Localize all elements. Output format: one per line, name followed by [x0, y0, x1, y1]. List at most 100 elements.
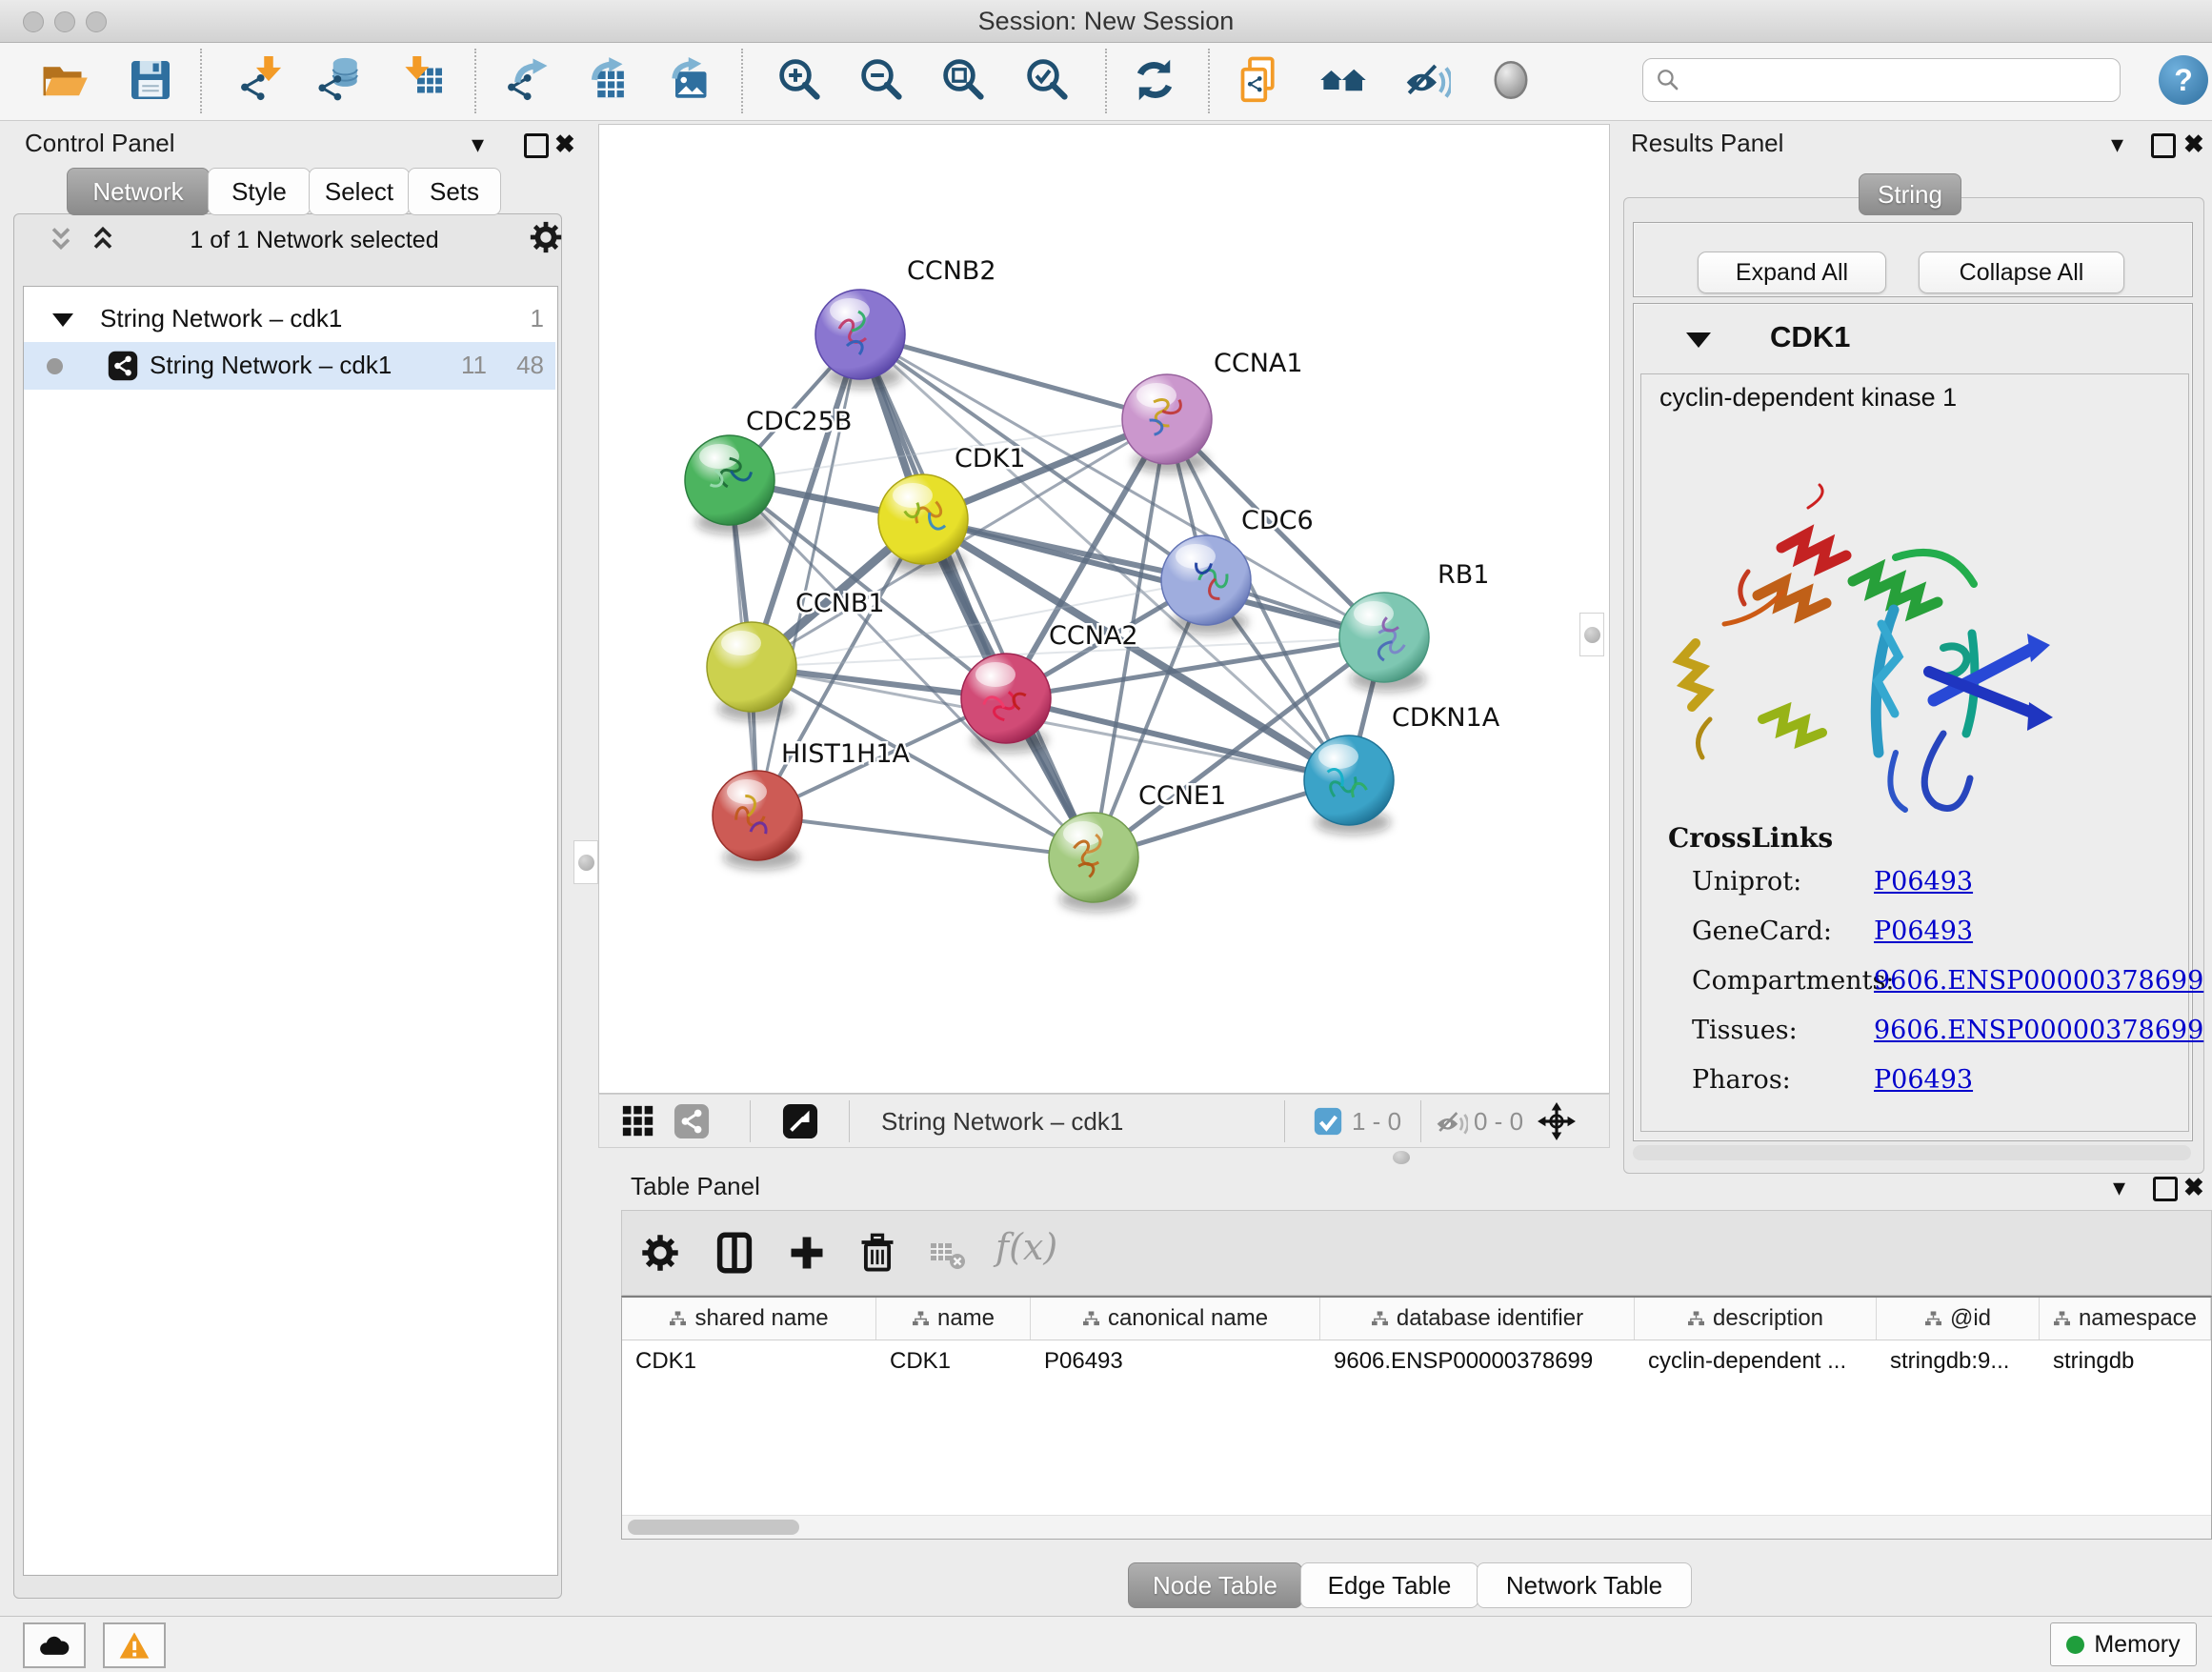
refresh-layout-icon[interactable] — [1128, 53, 1181, 107]
results-panel-undock-icon[interactable] — [2151, 133, 2176, 158]
selected-checkbox-icon[interactable] — [1314, 1107, 1342, 1136]
hide-selected-icon[interactable] — [1400, 53, 1454, 107]
table-cell[interactable]: cyclin-dependent ... — [1635, 1340, 1877, 1382]
node-label: CDC6 — [1241, 506, 1314, 535]
results-scrollbar-track[interactable] — [1633, 1145, 2191, 1160]
table-cell[interactable]: CDK1 — [876, 1340, 1031, 1382]
snapshot-icon[interactable] — [1233, 53, 1286, 107]
network-graph[interactable]: CCNB2 CCNA1 CDC25B CDK1 CDC6 — [598, 124, 1610, 1094]
tab-select[interactable]: Select — [309, 168, 410, 215]
column-header-namespace[interactable]: namespace — [2040, 1298, 2211, 1340]
toolbar-separator — [200, 49, 202, 113]
delete-column-trash-icon[interactable] — [856, 1232, 898, 1274]
zoom-selected-icon[interactable] — [1021, 53, 1075, 107]
help-icon[interactable]: ? — [2159, 55, 2208, 105]
tab-network-table[interactable]: Network Table — [1477, 1562, 1692, 1608]
search-icon — [1656, 68, 1680, 92]
horizontal-splitter-handle[interactable] — [1393, 1151, 1410, 1164]
network-tree-root-row[interactable]: String Network – cdk1 1 — [24, 298, 555, 340]
zoom-fit-icon[interactable] — [937, 53, 991, 107]
export-table-icon[interactable] — [581, 53, 634, 107]
table-panel-close-icon[interactable]: ✖ — [2183, 1175, 2204, 1199]
table-panel-undock-icon[interactable] — [2153, 1177, 2178, 1201]
table-cell[interactable]: CDK1 — [622, 1340, 876, 1382]
table-cell[interactable]: stringdb — [2040, 1340, 2211, 1382]
column-header-database-identifier[interactable]: database identifier — [1320, 1298, 1635, 1340]
zoom-out-icon[interactable] — [855, 53, 909, 107]
network-node-RB1[interactable]: RB1 — [1339, 560, 1489, 692]
import-network-database-icon[interactable] — [312, 53, 366, 107]
zoom-in-icon[interactable] — [774, 53, 827, 107]
column-header-@id[interactable]: @id — [1877, 1298, 2040, 1340]
table-cell[interactable]: stringdb:9... — [1877, 1340, 2040, 1382]
table-hscrollbar-track[interactable] — [622, 1515, 2211, 1539]
grid-view-icon[interactable] — [620, 1103, 656, 1139]
expand-all-chevron-icon[interactable] — [88, 223, 118, 253]
fit-selected-crosshair-icon[interactable] — [1537, 1101, 1577, 1141]
crosslink-value-link[interactable]: P06493 — [1874, 917, 1973, 946]
column-header-canonical-name[interactable]: canonical name — [1031, 1298, 1320, 1340]
entry-name: CDK1 — [1770, 320, 1850, 354]
crosslink-label: Uniprot: — [1692, 867, 1801, 896]
toolbar-divider — [849, 1100, 850, 1142]
tab-sets[interactable]: Sets — [408, 168, 501, 215]
search-input[interactable] — [1642, 58, 2121, 102]
network-node-CCNE1[interactable]: CCNE1 — [1049, 781, 1226, 912]
control-panel-float-icon[interactable]: ▾ — [472, 131, 484, 156]
table-row[interactable]: CDK1CDK1P064939606.ENSP00000378699cyclin… — [622, 1340, 2211, 1382]
birds-eye-view-icon[interactable] — [782, 1103, 818, 1139]
table-options-gear-icon[interactable] — [639, 1232, 681, 1274]
hidden-eye-slash-icon[interactable] — [1434, 1105, 1468, 1139]
crosslink-value-link[interactable]: P06493 — [1874, 1065, 1973, 1095]
table-tabs: Node TableEdge TableNetwork Table — [610, 1562, 2212, 1606]
import-network-file-icon[interactable] — [232, 53, 286, 107]
network-tree-child-row[interactable]: String Network – cdk1 11 48 — [24, 342, 555, 390]
table-cell[interactable]: P06493 — [1031, 1340, 1320, 1382]
network-node-CCNA1[interactable]: CCNA1 — [1122, 349, 1303, 473]
network-node-HIST1H1A[interactable]: HIST1H1A — [713, 739, 911, 870]
crosslink-value-link[interactable]: 9606.ENSP00000378699 — [1874, 966, 2203, 996]
expand-all-button[interactable]: Expand All — [1698, 252, 1886, 293]
network-node-CCNB1[interactable]: CCNB1 — [707, 589, 885, 721]
save-session-icon[interactable] — [124, 53, 177, 107]
crosslink-value-link[interactable]: 9606.ENSP00000378699 — [1874, 1016, 2203, 1045]
network-node-CDKN1A[interactable]: CDKN1A — [1304, 703, 1500, 835]
results-panel-float-icon[interactable]: ▾ — [2111, 131, 2123, 156]
tab-network[interactable]: Network — [67, 168, 210, 215]
table-hscrollbar-thumb[interactable] — [628, 1520, 799, 1535]
network-node-CDC25B[interactable]: CDC25B — [685, 407, 852, 534]
column-header-shared-name[interactable]: shared name — [622, 1298, 876, 1340]
results-panel-close-icon[interactable]: ✖ — [2183, 131, 2204, 156]
entry-collapse-triangle-icon[interactable] — [1686, 332, 1711, 348]
control-panel-undock-icon[interactable] — [524, 133, 549, 158]
control-panel-close-icon[interactable]: ✖ — [554, 131, 575, 156]
column-header-name[interactable]: name — [876, 1298, 1031, 1340]
tab-string[interactable]: String — [1859, 173, 1961, 215]
collapse-all-button[interactable]: Collapse All — [1919, 252, 2124, 293]
tab-node-table[interactable]: Node Table — [1128, 1562, 1302, 1608]
houses-icon[interactable] — [1317, 53, 1370, 107]
collapse-all-chevron-icon[interactable] — [46, 223, 76, 253]
cloud-status-button[interactable] — [23, 1622, 86, 1668]
right-splitter-handle[interactable] — [1579, 613, 1604, 656]
table-cell[interactable]: 9606.ENSP00000378699 — [1320, 1340, 1635, 1382]
import-table-icon[interactable] — [396, 53, 450, 107]
show-all-icon[interactable] — [1484, 53, 1538, 107]
tree-expand-triangle-icon[interactable] — [52, 313, 73, 327]
column-header-description[interactable]: description — [1635, 1298, 1877, 1340]
create-column-plus-icon[interactable] — [786, 1232, 828, 1274]
export-network-icon[interactable] — [499, 53, 553, 107]
show-columns-icon[interactable] — [714, 1232, 755, 1274]
table-panel-float-icon[interactable]: ▾ — [2113, 1175, 2125, 1199]
open-session-icon[interactable] — [38, 53, 91, 107]
toolbar-divider — [750, 1100, 751, 1142]
tab-style[interactable]: Style — [208, 168, 311, 215]
left-splitter-handle[interactable] — [573, 840, 598, 884]
export-image-icon[interactable] — [663, 53, 716, 107]
tab-edge-table[interactable]: Edge Table — [1300, 1562, 1478, 1608]
memory-button[interactable]: Memory — [2050, 1622, 2197, 1666]
warning-status-button[interactable] — [103, 1622, 166, 1668]
network-options-gear-icon[interactable] — [528, 219, 564, 255]
network-share-icon[interactable] — [674, 1103, 710, 1139]
crosslink-value-link[interactable]: P06493 — [1874, 867, 1973, 896]
